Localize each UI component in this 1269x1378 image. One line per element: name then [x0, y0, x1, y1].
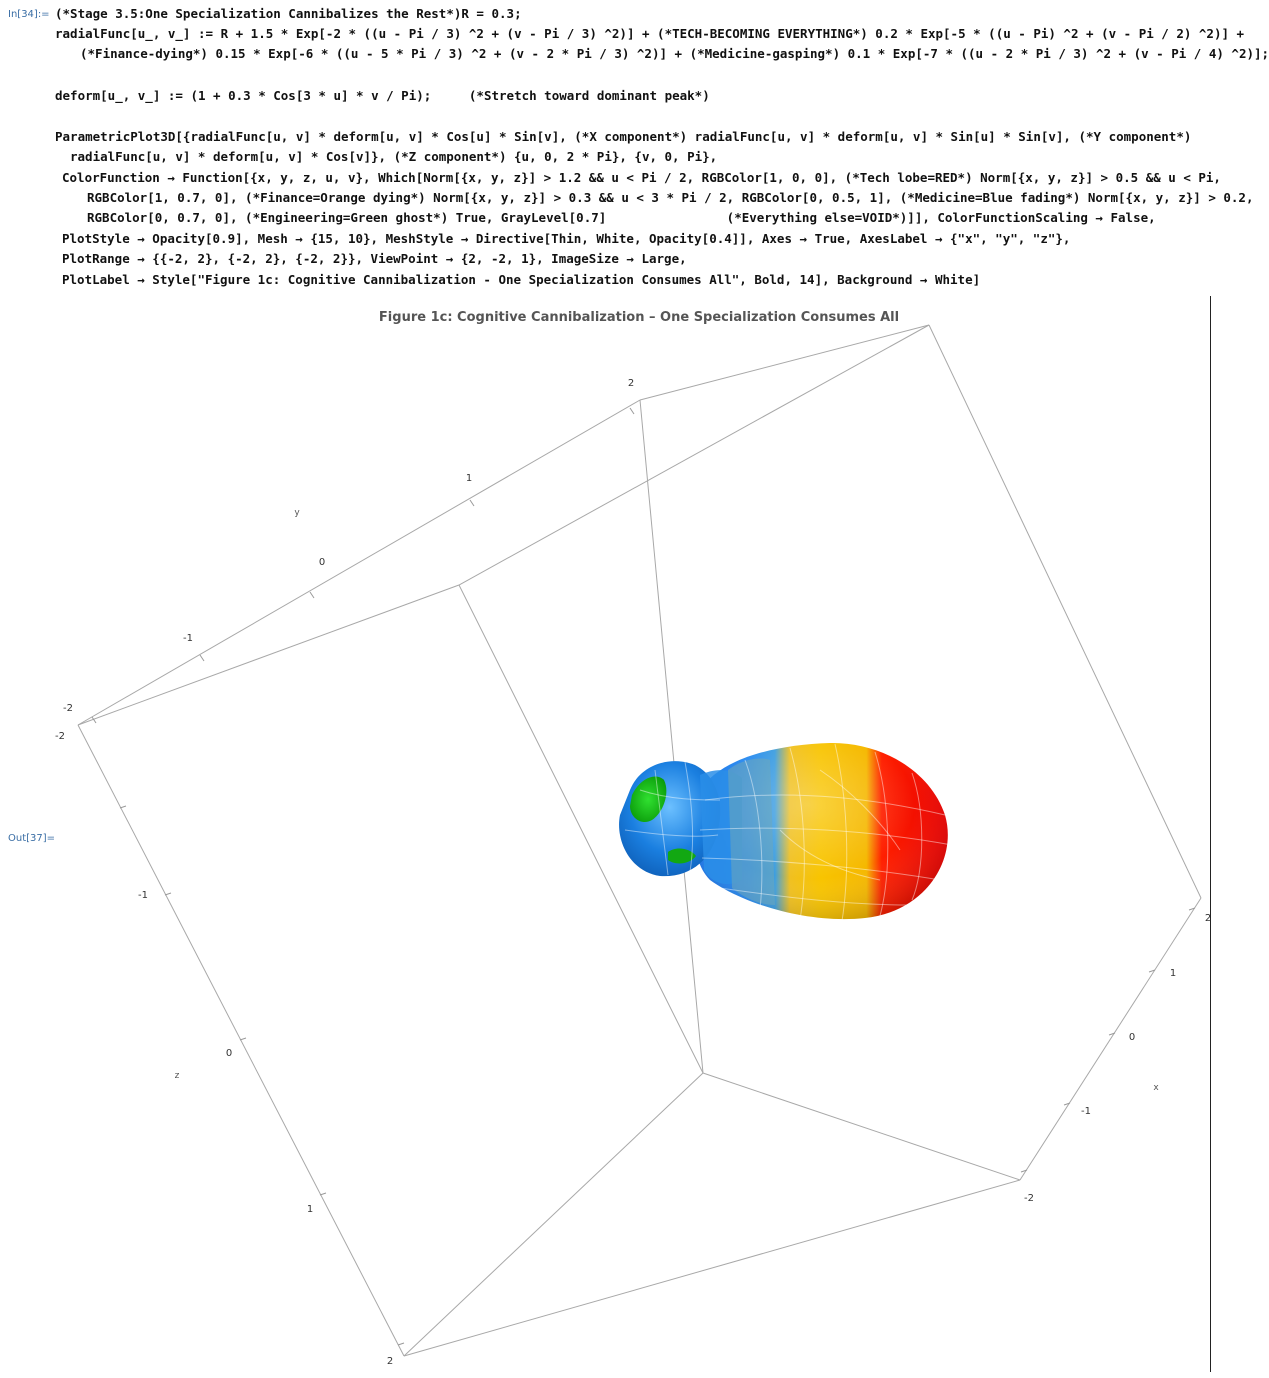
plot-3d-graphic[interactable]: Figure 1c: Cognitive Cannibalization – O… [0, 292, 1269, 1374]
z-axis-label: z [175, 1071, 180, 1081]
z-tick-mark [164, 892, 172, 896]
x-tick-label: 0 [1129, 1032, 1135, 1043]
code-line: ParametricPlot3D[{radialFunc[u, v] * def… [55, 129, 1192, 144]
y-tick-mark [199, 654, 205, 662]
x-tick-label: 1 [1170, 968, 1176, 979]
y-tick-mark [309, 591, 315, 599]
code-line: (*Finance-dying*) 0.15 * Exp[-6 * ((u - … [80, 46, 1269, 61]
y-tick-label: 0 [319, 557, 325, 568]
box-edge [1019, 897, 1202, 1181]
axis-tick-labels: 2 1 0 -1 -2 -2 -1 0 1 2 2 1 0 -1 -2 [55, 378, 1211, 1367]
y-tick-mark [629, 407, 635, 415]
plot-output[interactable]: Figure 1c: Cognitive Cannibalization – O… [0, 292, 1269, 1374]
box-edge [639, 399, 704, 1074]
z-tick-label: -2 [55, 731, 65, 742]
x-axis-label: x [1153, 1083, 1159, 1093]
box-edge [77, 584, 460, 726]
plot-title: Figure 1c: Cognitive Cannibalization – O… [379, 310, 899, 325]
z-tick-mark [319, 1192, 327, 1196]
y-tick-mark [469, 499, 475, 507]
z-tick-label: -1 [138, 890, 148, 901]
code-line: RGBColor[0, 0.7, 0], (*Engineering=Green… [87, 210, 1156, 225]
box-edge [639, 324, 930, 401]
y-axis-ticks [91, 407, 635, 724]
box-edge [77, 724, 405, 1357]
box-edge [702, 1072, 1021, 1181]
code-line: PlotLabel → Style["Figure 1c: Cognitive … [62, 272, 981, 287]
y-tick-label: 2 [628, 378, 634, 389]
code-line: RGBColor[1, 0.7, 0], (*Finance=Orange dy… [87, 190, 1254, 205]
y-tick-label: -1 [183, 633, 193, 644]
z-tick-label: 2 [387, 1356, 393, 1367]
box-edge [77, 399, 641, 726]
x-tick-label: -2 [1024, 1193, 1034, 1204]
code-line: deform[u_, v_] := (1 + 0.3 * Cos[3 * u] … [55, 88, 710, 103]
z-tick-label: 1 [307, 1204, 313, 1215]
box-edge [928, 324, 1202, 899]
x-tick-label: 2 [1205, 913, 1211, 924]
z-axis-ticks [119, 805, 405, 1346]
box-edge [458, 324, 930, 586]
z-tick-mark [397, 1342, 405, 1346]
code-line: PlotStyle → Opacity[0.9], Mesh → {15, 10… [62, 231, 1071, 246]
z-tick-label: 0 [226, 1048, 232, 1059]
code-line: radialFunc[u, v] * deform[u, v] * Cos[v]… [70, 149, 718, 164]
code-line: (*Stage 3.5:One Specialization Cannibali… [55, 6, 522, 21]
y-tick-label: -2 [63, 703, 73, 714]
x-tick-label: -1 [1081, 1106, 1091, 1117]
code-line: radialFunc[u_, v_] := R + 1.5 * Exp[-2 *… [55, 26, 1245, 41]
code-line: PlotRange → {{-2, 2}, {-2, 2}, {-2, 2}},… [62, 251, 687, 266]
y-axis-label: y [294, 508, 300, 518]
input-code-cell[interactable]: (*Stage 3.5:One Specialization Cannibali… [0, 0, 1269, 290]
y-tick-label: 1 [466, 473, 472, 484]
surface-plot[interactable] [619, 742, 953, 922]
z-tick-mark [239, 1037, 247, 1041]
code-line: ColorFunction → Function[{x, y, z, u, v}… [62, 170, 1221, 185]
